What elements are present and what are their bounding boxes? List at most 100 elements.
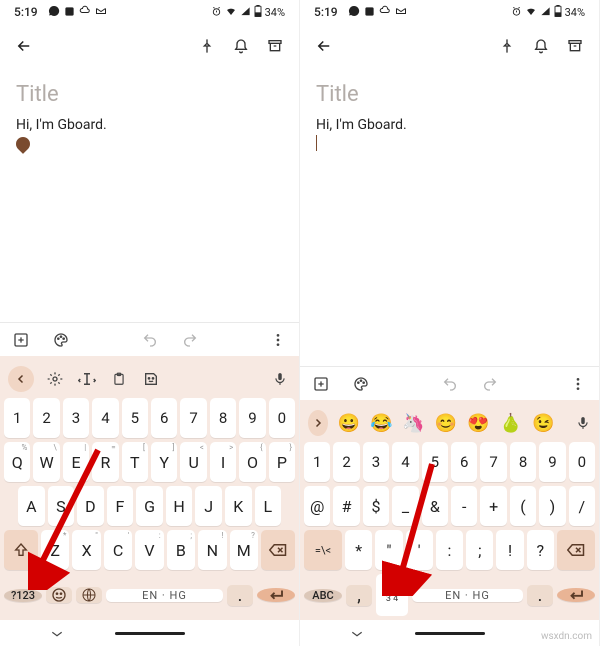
archive-icon[interactable]: [265, 36, 285, 56]
key-p[interactable]: }P: [269, 442, 295, 482]
hide-keyboard-icon[interactable]: [50, 624, 64, 643]
key-3[interactable]: 3: [63, 398, 89, 438]
undo-icon[interactable]: [441, 375, 459, 393]
clipboard-icon[interactable]: [108, 368, 130, 390]
symbols-key[interactable]: ?123: [4, 589, 42, 602]
language-key[interactable]: [76, 587, 102, 603]
key-l[interactable]: L: [255, 486, 282, 526]
emoji-key[interactable]: [46, 587, 72, 603]
key-n[interactable]: !N: [198, 530, 226, 570]
key-7[interactable]: 7: [180, 398, 206, 438]
palette-icon[interactable]: [352, 375, 370, 393]
note-content[interactable]: Title Hi, I'm Gboard.: [300, 68, 599, 366]
shift-key[interactable]: [4, 530, 38, 570]
backspace-key[interactable]: [557, 530, 595, 570]
enter-key[interactable]: [557, 588, 595, 602]
key-m[interactable]: ?M: [230, 530, 258, 570]
key-6[interactable]: 6: [151, 398, 177, 438]
key-slash[interactable]: /: [569, 486, 595, 526]
key-3[interactable]: 3: [363, 442, 389, 482]
numpad-key[interactable]: 1 23 4: [376, 574, 408, 616]
note-content[interactable]: Title Hi, I'm Gboard.: [0, 68, 299, 322]
back-button[interactable]: [314, 36, 334, 56]
key-dollar[interactable]: $: [363, 486, 389, 526]
key-9[interactable]: 9: [539, 442, 565, 482]
key-1[interactable]: 1: [304, 442, 330, 482]
title-field[interactable]: Title: [16, 82, 283, 107]
key-b[interactable]: ;B: [167, 530, 195, 570]
add-button[interactable]: [12, 331, 30, 349]
note-body[interactable]: Hi, I'm Gboard.: [16, 117, 283, 133]
key-d[interactable]: D: [77, 486, 104, 526]
key-f[interactable]: F: [107, 486, 134, 526]
enter-key[interactable]: [257, 588, 295, 602]
key-5[interactable]: 5: [422, 442, 448, 482]
key-star[interactable]: *: [345, 530, 372, 570]
reminder-icon[interactable]: [531, 36, 551, 56]
key-hash[interactable]: #: [333, 486, 359, 526]
sticker-icon[interactable]: [140, 368, 162, 390]
key-c[interactable]: 'C: [104, 530, 132, 570]
text-select-icon[interactable]: [76, 368, 98, 390]
key-at[interactable]: @: [304, 486, 330, 526]
key-8[interactable]: 8: [210, 398, 236, 438]
key-7[interactable]: 7: [480, 442, 506, 482]
text-cursor-handle[interactable]: [13, 134, 33, 154]
key-t[interactable]: [T: [122, 442, 148, 482]
pin-icon[interactable]: [497, 36, 517, 56]
key-2[interactable]: 2: [33, 398, 59, 438]
key-y[interactable]: ]Y: [151, 442, 177, 482]
key-k[interactable]: K: [225, 486, 252, 526]
key-2[interactable]: 2: [333, 442, 359, 482]
key-dash[interactable]: -: [451, 486, 477, 526]
key-h[interactable]: H: [166, 486, 193, 526]
key-lparen[interactable]: (: [510, 486, 536, 526]
backspace-key[interactable]: [261, 530, 295, 570]
undo-icon[interactable]: [141, 331, 159, 349]
key-v[interactable]: :V: [135, 530, 163, 570]
key-i[interactable]: >I: [210, 442, 236, 482]
key-j[interactable]: J: [195, 486, 222, 526]
emoji-item[interactable]: 🦄: [402, 413, 424, 434]
palette-icon[interactable]: [52, 331, 70, 349]
key-underscore[interactable]: _: [392, 486, 418, 526]
emoji-item[interactable]: 😊: [435, 413, 457, 434]
key-plus[interactable]: +: [480, 486, 506, 526]
key-rparen[interactable]: ): [539, 486, 565, 526]
key-semicolon[interactable]: ;: [466, 530, 493, 570]
hide-keyboard-icon[interactable]: [350, 624, 364, 643]
nav-pill[interactable]: [115, 632, 185, 635]
key-r[interactable]: =R: [92, 442, 118, 482]
spacebar[interactable]: EN · HG: [106, 589, 223, 602]
key-1[interactable]: 1: [4, 398, 30, 438]
emoji-item[interactable]: 😉: [532, 413, 554, 434]
reminder-icon[interactable]: [231, 36, 251, 56]
emoji-item[interactable]: 😀: [338, 413, 360, 434]
key-amp[interactable]: &: [422, 486, 448, 526]
key-6[interactable]: 6: [451, 442, 477, 482]
redo-icon[interactable]: [181, 331, 199, 349]
gear-icon[interactable]: [44, 368, 66, 390]
key-u[interactable]: <U: [180, 442, 206, 482]
key-s[interactable]: S: [48, 486, 75, 526]
mic-icon[interactable]: [269, 368, 291, 390]
redo-icon[interactable]: [481, 375, 499, 393]
key-bang[interactable]: !: [496, 530, 523, 570]
note-body[interactable]: Hi, I'm Gboard.: [316, 117, 583, 133]
comma-key[interactable]: ,: [346, 585, 372, 606]
emoji-item[interactable]: 🍐: [500, 413, 522, 434]
more-icon[interactable]: [569, 375, 587, 393]
suggest-forward-icon[interactable]: [308, 410, 328, 436]
back-button[interactable]: [14, 36, 34, 56]
key-squote[interactable]: ': [406, 530, 433, 570]
key-q[interactable]: %Q: [4, 442, 30, 482]
abc-key[interactable]: ABC: [304, 589, 342, 602]
mic-icon[interactable]: [574, 412, 591, 434]
add-button[interactable]: [312, 375, 330, 393]
period-key[interactable]: .: [227, 585, 253, 606]
emoji-item[interactable]: 😍: [467, 413, 489, 434]
emoji-item[interactable]: 😂: [370, 413, 392, 434]
key-9[interactable]: 9: [239, 398, 265, 438]
key-4[interactable]: 4: [92, 398, 118, 438]
more-icon[interactable]: [269, 331, 287, 349]
